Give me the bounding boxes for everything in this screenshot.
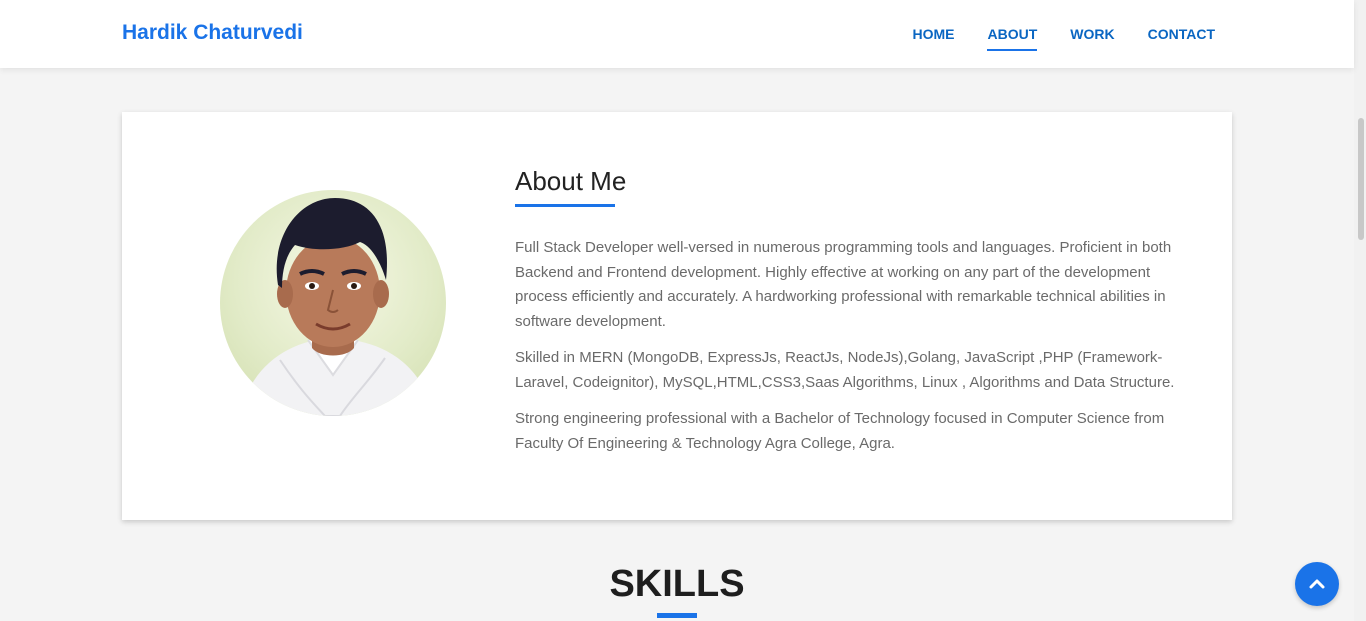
nav-link-contact[interactable]: CONTACT <box>1148 26 1215 48</box>
nav-links: HOME ABOUT WORK CONTACT <box>879 26 1215 51</box>
avatar <box>220 190 446 416</box>
profile-photo-icon <box>240 198 435 416</box>
nav-link-about[interactable]: ABOUT <box>987 26 1037 51</box>
about-text: Full Stack Developer well-versed in nume… <box>515 236 1205 468</box>
about-paragraph: Full Stack Developer well-versed in nume… <box>515 239 1172 330</box>
brand-logo[interactable]: Hardik Chaturvedi <box>122 21 303 45</box>
about-paragraph: Skilled in MERN (MongoDB, ExpressJs, Rea… <box>515 349 1175 391</box>
about-title: About Me <box>515 166 627 196</box>
nav-link-home[interactable]: HOME <box>912 26 954 48</box>
scrollbar-thumb[interactable] <box>1358 118 1364 240</box>
chevron-up-icon <box>1309 579 1325 589</box>
skills-title: SKILLS <box>609 563 745 605</box>
about-card: About Me Full Stack Developer well-verse… <box>122 112 1232 520</box>
skills-title-underline <box>657 613 697 618</box>
scroll-to-top-button[interactable] <box>1295 562 1339 606</box>
about-paragraph: Strong engineering professional with a B… <box>515 410 1165 452</box>
page-scrollbar[interactable] <box>1354 0 1366 621</box>
about-title-underline <box>515 204 615 207</box>
navbar: Hardik Chaturvedi HOME ABOUT WORK CONTAC… <box>0 0 1354 68</box>
nav-link-work[interactable]: WORK <box>1070 26 1114 48</box>
